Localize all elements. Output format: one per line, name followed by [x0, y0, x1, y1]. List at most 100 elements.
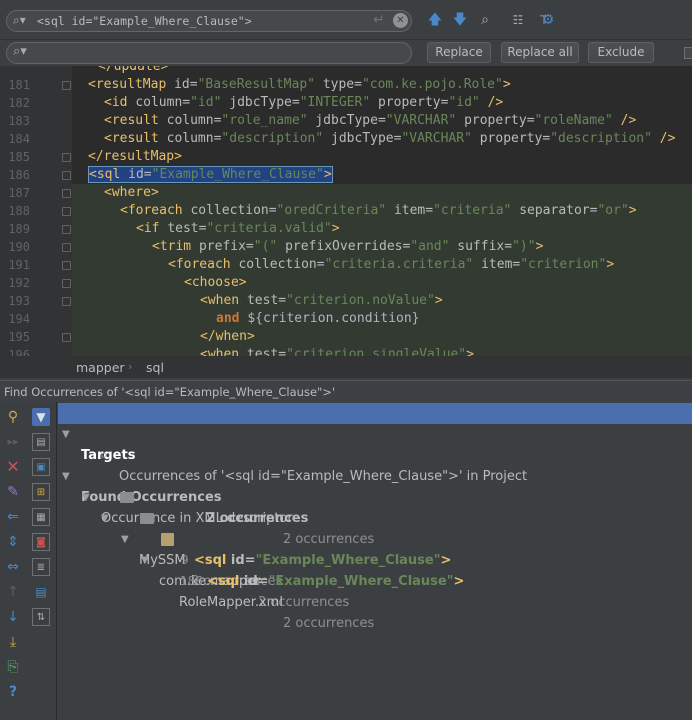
replace-input[interactable]: ⌕▾ — [6, 42, 412, 64]
code-line[interactable]: <foreach collection="oredCriteria" item=… — [120, 202, 637, 220]
code-line[interactable]: <where> — [104, 184, 159, 202]
code-token: "id" — [448, 95, 488, 110]
fold-marker-icon[interactable] — [62, 171, 71, 180]
code-token: item= — [393, 203, 434, 218]
previous-occurrence-icon[interactable]: 🡅 — [427, 12, 443, 28]
results-tree[interactable]: ▼ Targets ⌕ Occurrences of '<sql id="Exa… — [58, 402, 692, 720]
tree-icon[interactable]: ⊞ — [32, 483, 50, 501]
code-token: collection= — [238, 257, 325, 272]
code-line[interactable]: <result column="description" jdbcType="V… — [104, 130, 675, 148]
download-icon[interactable]: ⤓ — [4, 633, 22, 651]
close-icon[interactable]: ✕ — [4, 458, 22, 476]
code-line[interactable]: <foreach collection="criteria.criteria" … — [168, 256, 614, 274]
clear-search-icon[interactable]: ✕ — [393, 13, 408, 28]
select-all-occurrences-icon[interactable]: ☷ — [510, 12, 526, 28]
search-history-icon[interactable]: ⌕▾ — [13, 13, 26, 28]
code-token: "criterion" — [520, 257, 607, 272]
breadcrumb-item-mapper[interactable]: mapper — [76, 360, 125, 375]
scope-highlight — [72, 274, 692, 292]
export-icon[interactable]: ▤ — [32, 583, 50, 601]
tree-node-xml[interactable]: ▼ Occurrence in XML descriptor 2 occurre… — [58, 466, 692, 547]
help-icon[interactable]: ? — [4, 683, 22, 701]
fast-forward-icon[interactable]: ▸▸ — [4, 433, 22, 451]
result-code: <sql id="Example_Where_Clause"> — [207, 571, 464, 592]
fold-marker-icon[interactable] — [62, 279, 71, 288]
newline-icon[interactable]: ↵ — [373, 12, 385, 28]
replace-button[interactable]: Replace — [427, 42, 491, 63]
code-line[interactable]: <sql id="Example_Where_Clause"> — [88, 166, 333, 184]
fold-marker-icon[interactable] — [62, 297, 71, 306]
code-token: prefix= — [198, 239, 254, 254]
code-token: "roleName" — [534, 113, 621, 128]
fold-marker-icon[interactable] — [62, 333, 71, 342]
back-icon[interactable]: ⇐ — [4, 508, 22, 526]
code-token: ")" — [512, 239, 536, 254]
fold-marker-icon[interactable] — [62, 261, 71, 270]
exclude-button[interactable]: Exclude — [588, 42, 654, 63]
tree-node-file[interactable]: ▼ RoleMapper.xml 2 occurrences — [58, 529, 692, 631]
fold-marker-icon[interactable] — [62, 153, 71, 162]
code-token: test= — [167, 221, 207, 236]
code-line[interactable]: <if test="criteria.valid"> — [136, 220, 340, 238]
tree-node-target-item[interactable]: ⌕ Occurrences of '<sql id="Example_Where… — [58, 424, 692, 484]
code-token: "INTEGER" — [299, 95, 378, 110]
fold-marker-icon[interactable] — [62, 225, 71, 234]
code-line[interactable]: <when test="criterion.singleValue"> — [200, 346, 474, 356]
code-editor[interactable]: </update> 181 <resultMap id="BaseResultMa… — [0, 66, 692, 356]
replace-all-button[interactable]: Replace all — [501, 42, 579, 63]
fold-marker-icon[interactable] — [62, 243, 71, 252]
code-line[interactable]: <trim prefix="(" prefixOverrides="and" s… — [152, 238, 543, 256]
rerun-icon[interactable]: ⚲ — [4, 408, 22, 426]
fold-marker-icon[interactable] — [62, 207, 71, 216]
code-token: and — [216, 311, 248, 326]
tree-node-found[interactable]: ▼ Found Occurrences 2 occurrences — [58, 445, 692, 526]
collapse-all-icon[interactable]: ⇔ — [4, 558, 22, 576]
find-all-icon[interactable]: ⌕ — [477, 12, 493, 28]
settings-gear-icon[interactable]: ⚙ — [540, 12, 556, 28]
line-number: 195 — [8, 330, 30, 344]
code-token: </when> — [200, 329, 255, 344]
line-number: 193 — [8, 294, 30, 308]
line-number: 188 — [8, 204, 30, 218]
code-token: <when — [200, 293, 247, 308]
filter-icon[interactable]: ▼ — [32, 408, 50, 426]
code-token: <resultMap — [88, 77, 175, 92]
code-line[interactable]: <when test="criterion.noValue"> — [200, 292, 443, 310]
code-line[interactable]: and ${criterion.condition} — [216, 310, 420, 328]
up-arrow-icon[interactable]: ↑ — [4, 583, 22, 601]
breadcrumb-item-sql[interactable]: sql — [146, 360, 164, 375]
file-icon[interactable]: ◙ — [32, 533, 50, 551]
code-line[interactable]: </resultMap> — [88, 148, 182, 166]
preview-icon[interactable]: ≣ — [32, 558, 50, 576]
code-line[interactable]: </when> — [200, 328, 255, 346]
expand-all-icon[interactable]: ⇕ — [4, 533, 22, 551]
line-number: 191 — [8, 258, 30, 272]
code-token: <choose> — [184, 275, 247, 290]
code-line[interactable]: <id column="id" jdbcType="INTEGER" prope… — [104, 94, 503, 112]
find-toolbar: ⚲ ▼ ▸▸ ▤ ✕ ▣ ✎ ⊞ ⇐ ▦ ⇕ ◙ ⇔ ≣ ↑ ▤ ↓ ⇅ ⤓ ⎘… — [0, 402, 57, 720]
tree-node-targets[interactable]: ▼ Targets — [58, 403, 692, 463]
code-token: > — [606, 257, 615, 272]
code-line[interactable]: <result column="role_name" jdbcType="VAR… — [104, 112, 636, 130]
checkbox-icon[interactable] — [684, 47, 692, 59]
replace-bar: ⌕▾ Replace Replace all Exclude — [0, 40, 692, 66]
result-row[interactable]: 186 <sql id="Example_Where_Clause"> — [58, 571, 692, 592]
code-line[interactable]: <choose> — [184, 274, 247, 292]
fold-marker-icon[interactable] — [62, 189, 71, 198]
group-by-icon[interactable]: ▤ — [32, 433, 50, 451]
pin-icon[interactable]: ✎ — [4, 483, 22, 501]
tree-node-package[interactable]: ▼ com.ke.mapper 2 occurrences — [58, 508, 692, 610]
code-token: <if — [136, 221, 168, 236]
code-token: separator= — [519, 203, 598, 218]
open-in-editor-icon[interactable]: ⎘ — [4, 658, 22, 676]
module-icon[interactable]: ▦ — [32, 508, 50, 526]
next-occurrence-icon[interactable]: 🡇 — [452, 12, 468, 28]
tree-node-module[interactable]: ▼ MySSM 2 occurrences — [58, 487, 692, 589]
sort-icon[interactable]: ⇅ — [32, 608, 50, 626]
result-row[interactable]: 9 <sql id="Example_Where_Clause"> — [58, 550, 692, 571]
down-arrow-icon[interactable]: ↓ — [4, 608, 22, 626]
code-line[interactable]: <resultMap id="BaseResultMap" type="com.… — [88, 76, 511, 94]
fold-marker-icon[interactable] — [62, 81, 71, 90]
find-input[interactable]: ⌕▾ <sql id="Example_Where_Clause"> ↵ ✕ — [6, 10, 412, 32]
merge-icon[interactable]: ▣ — [32, 458, 50, 476]
